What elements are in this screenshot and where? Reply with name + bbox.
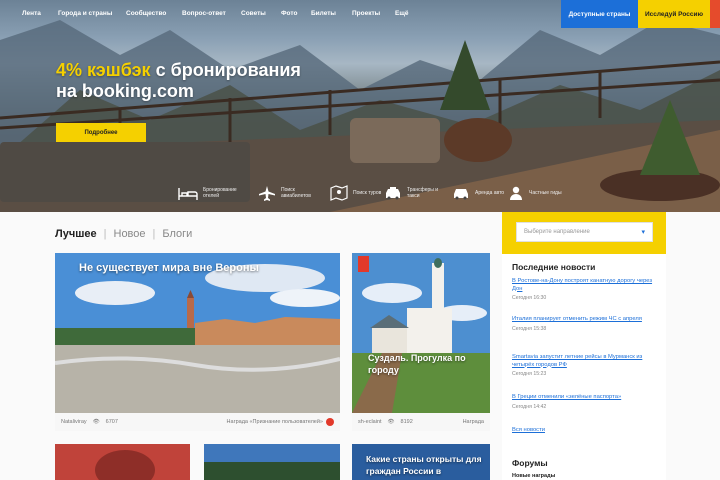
card-photo <box>95 450 155 480</box>
card-meta: sh-eclaint 👁 8192 Награда <box>352 413 490 431</box>
service-label: Трансферы и такси <box>407 187 439 199</box>
hero-banner: Лента Города и страны Сообщество Вопрос-… <box>0 0 720 212</box>
forums-subtitle[interactable]: Новые награды <box>512 473 555 479</box>
all-news-link[interactable]: Вся новости <box>512 427 545 433</box>
service-hotels[interactable]: Бронирование отелей <box>178 182 247 204</box>
article-card-4[interactable] <box>55 444 190 480</box>
car-icon <box>454 189 468 200</box>
headline-line2: на booking.com <box>56 81 194 101</box>
taxi-icon <box>386 187 400 200</box>
hero-headline: 4% кэшбэк с бронирования на booking.com <box>56 60 301 102</box>
card-title: Не существует мира вне Вероны <box>79 262 259 274</box>
article-card-suzdal[interactable]: Суздаль. Прогулка по городу sh-eclaint 👁… <box>352 253 490 431</box>
news-item: В Греции отменили «зелёные паспорта» Сег… <box>512 394 660 410</box>
headline-rest: с бронирования <box>150 60 301 80</box>
award-label: Награда «Признание пользователей» <box>226 419 323 425</box>
available-countries-button[interactable]: Доступные страны <box>561 0 638 28</box>
destination-select[interactable]: Выберите направление ▾ <box>516 222 653 242</box>
eye-icon: 👁 <box>92 419 100 425</box>
top-navigation: Лента Города и страны Сообщество Вопрос-… <box>0 0 720 28</box>
nav-item-cities[interactable]: Города и страны <box>58 10 112 17</box>
card-author[interactable]: sh-eclaint <box>358 419 382 425</box>
news-link[interactable]: В Ростове-на-Дону построят канатную доро… <box>512 278 660 293</box>
bed-icon <box>178 188 198 200</box>
news-date: Сегодня 15:23 <box>512 371 547 377</box>
headline-accent: 4% кэшбэк <box>56 60 151 80</box>
featured-tag <box>358 256 369 272</box>
hero-photo <box>0 20 720 212</box>
nav-item-more[interactable]: Ещё <box>395 10 408 17</box>
extra-nav-button[interactable] <box>710 0 720 28</box>
nav-item-tickets[interactable]: Билеты <box>311 10 336 17</box>
suzdal-photo <box>352 253 490 413</box>
chevron-down-icon: ▾ <box>641 229 645 236</box>
service-label: Частные гиды <box>529 190 562 196</box>
article-card-verona[interactable]: Не существует мира вне Вероны Natalivira… <box>55 253 340 431</box>
card-views: 8192 <box>400 419 413 425</box>
nav-item-photo[interactable]: Фото <box>281 10 297 17</box>
card-author[interactable]: Nataliviray <box>61 419 87 425</box>
card-photo <box>204 462 340 480</box>
article-card-countries[interactable]: Какие страны открыты для граждан России … <box>352 444 490 480</box>
tab-best[interactable]: Лучшее <box>55 228 97 240</box>
award-icon <box>326 418 334 426</box>
news-item: Италия планирует отменить режим ЧС с апр… <box>512 316 660 332</box>
news-link[interactable]: В Греции отменили «зелёные паспорта» <box>512 394 660 402</box>
news-link[interactable]: Smartavia запустит летние рейсы в Мурман… <box>512 354 660 369</box>
tab-blogs[interactable]: Блоги <box>162 228 192 240</box>
tab-new[interactable]: Новое <box>114 228 146 240</box>
news-item: В Ростове-на-Дону построят канатную доро… <box>512 278 660 301</box>
card-award: Награда <box>462 419 484 425</box>
card-meta: Nataliviray 👁 6707 Награда «Признание по… <box>55 413 340 431</box>
nav-item-qa[interactable]: Вопрос-ответ <box>182 10 226 17</box>
eye-icon: 👁 <box>387 419 395 425</box>
explore-russia-button[interactable]: Исследуй Россию <box>638 0 710 28</box>
person-icon <box>510 186 522 200</box>
card-title: Какие страны открыты для граждан России … <box>366 454 482 476</box>
nav-item-community[interactable]: Сообщество <box>126 10 166 17</box>
article-card-5[interactable] <box>204 444 340 480</box>
sidebar: Выберите направление ▾ <box>502 212 666 480</box>
nav-item-feed[interactable]: Лента <box>22 10 41 17</box>
news-date: Сегодня 14:42 <box>512 403 547 410</box>
service-label: Бронирование отелей <box>203 187 237 199</box>
news-date: Сегодня 16:30 <box>512 295 547 301</box>
forums-title: Форумы <box>512 458 548 468</box>
tab-separator: | <box>103 228 107 240</box>
news-item: Smartavia запустит летние рейсы в Мурман… <box>512 354 660 377</box>
service-label: Поиск авиабилетов <box>281 187 311 199</box>
news-link[interactable]: Италия планирует отменить режим ЧС с апр… <box>512 316 660 324</box>
service-flights[interactable]: Поиск авиабилетов <box>258 182 325 204</box>
map-pin-icon <box>330 185 348 201</box>
verona-photo <box>55 253 340 413</box>
news-title: Последние новости <box>512 262 596 272</box>
card-views: 6707 <box>105 419 118 425</box>
details-button[interactable]: Подробнее <box>56 123 146 142</box>
service-guides[interactable]: Частные гиды <box>508 182 573 204</box>
feed-tabs: Лучшее | Новое | Блоги <box>55 228 192 240</box>
nav-item-projects[interactable]: Проекты <box>352 10 380 17</box>
news-date: Сегодня 15:38 <box>512 325 547 332</box>
card-title: Суздаль. Прогулка по городу <box>368 353 466 375</box>
destination-placeholder: Выберите направление <box>524 229 590 235</box>
plane-icon <box>259 186 275 201</box>
card-award: Награда «Признание пользователей» <box>227 418 334 426</box>
destination-box: Выберите направление ▾ <box>502 212 666 254</box>
nav-item-tips[interactable]: Советы <box>241 10 266 17</box>
service-transfers[interactable]: Трансферы и такси <box>384 182 451 204</box>
tab-separator: | <box>152 228 156 240</box>
